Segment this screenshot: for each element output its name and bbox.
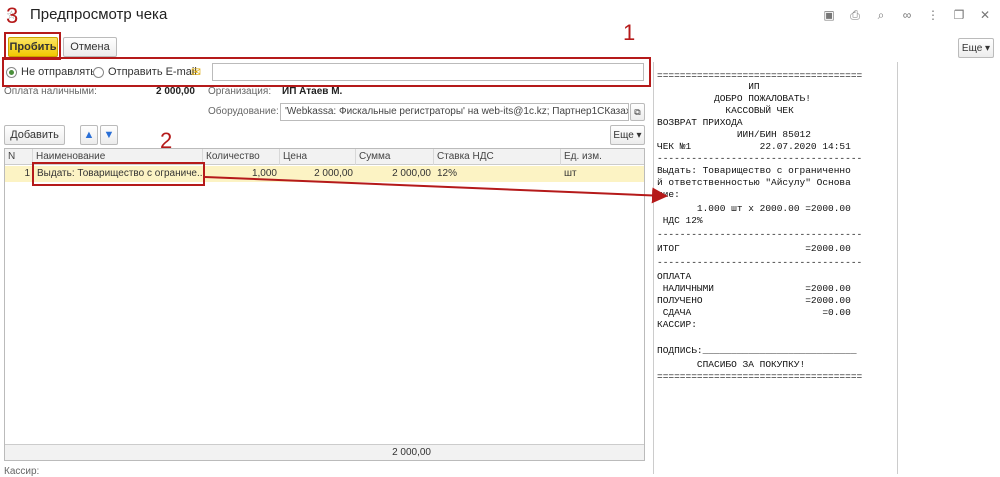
annotation-arrow [204,176,668,204]
